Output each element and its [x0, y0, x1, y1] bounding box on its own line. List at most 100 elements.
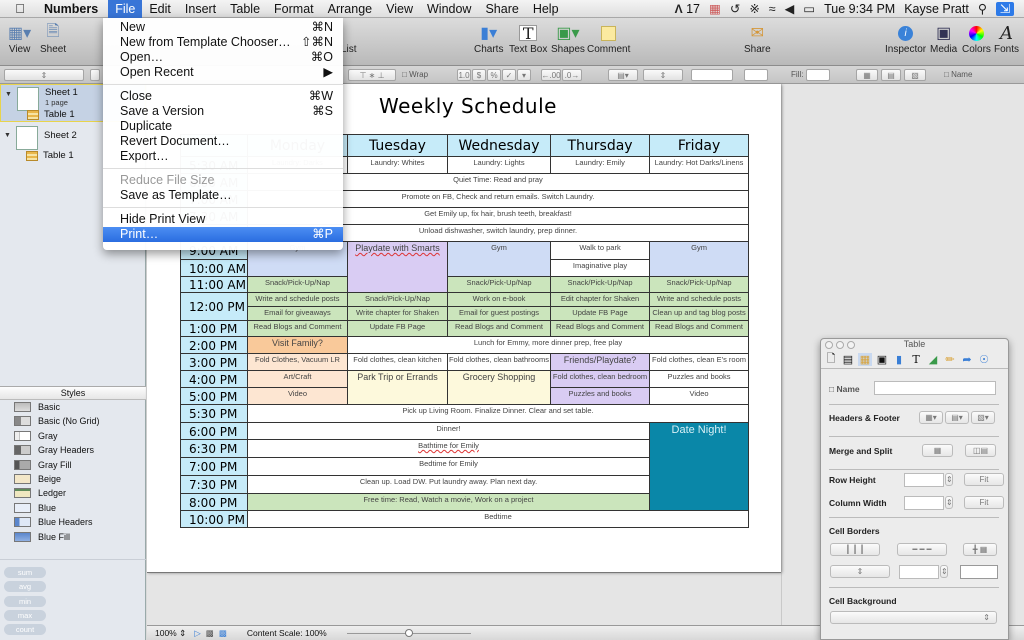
vertical-borders-buttons[interactable]: ┃ ┃ ┃ [830, 543, 880, 556]
time-cell[interactable]: 6:00 PM [180, 422, 248, 440]
sheet-button[interactable]: 🗎 Sheet [40, 22, 66, 56]
time-cell[interactable]: 5:00 PM [180, 387, 248, 405]
row-height-fit-button[interactable]: Fit [964, 473, 1004, 486]
table-cell[interactable]: Snack/Pick-Up/Nap [446, 276, 552, 293]
table-cell[interactable]: Free time: Read, Watch a movie, Work on … [246, 493, 651, 511]
border-style-select[interactable]: ▤▾ [608, 69, 638, 81]
function-min[interactable]: min [4, 596, 46, 607]
table-cell[interactable]: Email for guest postings [446, 306, 552, 321]
table-cell[interactable]: Fold clothes, clean E's room [649, 353, 750, 371]
header-thursday[interactable]: Thursday [550, 134, 651, 157]
border-color-well[interactable] [960, 565, 998, 579]
function-avg[interactable]: avg [4, 581, 46, 592]
format-more-button[interactable]: ▾ [517, 69, 531, 81]
border-width-stepper[interactable]: ⇕ [940, 565, 948, 578]
calendar-icon[interactable]: ▦ [709, 1, 721, 16]
table-cell[interactable]: Read Blogs and Comment [246, 320, 348, 337]
table-cell[interactable]: Snack/Pick-Up/Nap [649, 276, 750, 293]
table-cell[interactable]: Laundry: Lights [446, 156, 552, 174]
header-rows-button[interactable]: ▦▾ [919, 411, 943, 424]
disclosure-triangle-icon[interactable]: ▼ [5, 91, 12, 98]
user-name[interactable]: Kayse Pratt [904, 2, 969, 16]
comment-button[interactable]: Comment [587, 22, 630, 55]
table-cell[interactable]: Snack/Pick-Up/Nap [346, 292, 448, 307]
header-rows-button[interactable]: ▦ [856, 69, 878, 81]
text-box-button[interactable]: T Text Box [509, 22, 547, 56]
time-cell[interactable]: 6:30 PM [180, 439, 248, 458]
volume-icon[interactable]: ◀ [785, 1, 795, 16]
file-menu-item-print[interactable]: Print… ⌘P [103, 227, 343, 242]
increase-decimal-button[interactable]: .0→ [562, 69, 582, 81]
column-width-fit-button[interactable]: Fit [964, 496, 1004, 509]
table-cell[interactable]: Fold Clothes, Vacuum LR [246, 353, 348, 371]
name-checkbox[interactable]: □ Name [829, 384, 860, 394]
file-menu-item-duplicate[interactable]: Duplicate [103, 119, 343, 134]
column-width-field[interactable] [904, 496, 944, 510]
file-menu-item-revert-document[interactable]: Revert Document… [103, 134, 343, 149]
style-basic-no-grid[interactable]: Basic (No Grid) [14, 416, 100, 426]
all-borders-buttons[interactable]: ╋ ▦ [963, 543, 997, 556]
file-menu-item-save-a-version[interactable]: Save a Version ⌘S [103, 104, 343, 119]
file-menu-item-new-from-template-chooser[interactable]: New from Template Chooser… ⇧⌘N [103, 35, 343, 50]
minimize-button[interactable] [836, 341, 844, 349]
table-cell[interactable]: Grocery Shopping [446, 370, 552, 405]
content-scale-slider[interactable] [346, 628, 471, 638]
table-cell[interactable]: Gym [446, 241, 552, 277]
border-color-select[interactable] [691, 69, 733, 81]
border-width-select[interactable]: ⇕ [643, 69, 683, 81]
format-currency-button[interactable]: $ [472, 69, 486, 81]
split-cells-button[interactable]: ◫▤ [965, 444, 996, 457]
table-cell[interactable]: Snack/Pick-Up/Nap [246, 276, 348, 293]
table-cell[interactable]: Laundry: Emily [550, 156, 651, 174]
function-count[interactable]: count [4, 624, 46, 635]
table-cell[interactable]: Email for giveaways [246, 306, 348, 321]
landscape-icon[interactable]: ▩ [219, 628, 227, 639]
time-cell[interactable]: 3:00 PM [180, 353, 248, 371]
disclosure-triangle-icon[interactable]: ▼ [4, 132, 11, 139]
inspector-button[interactable]: i Inspector [885, 22, 926, 55]
table-cell[interactable]: Laundry: Hot Darks/Linens [649, 156, 750, 174]
table-cell[interactable]: Bedtime [246, 510, 750, 528]
menu-insert[interactable]: Insert [178, 0, 223, 18]
styles-header[interactable]: Styles [0, 386, 146, 400]
text-color-well[interactable] [744, 69, 768, 81]
table-cell[interactable]: Pick up Living Room. Finalize Dinner. Cl… [246, 404, 750, 423]
fonts-button[interactable]: A Fonts [994, 22, 1019, 56]
media-button[interactable]: ▣ Media [930, 22, 957, 55]
sidebar-table-item[interactable]: Table 1 [26, 150, 74, 161]
table-cell[interactable]: Write and schedule posts [649, 292, 750, 307]
time-cell[interactable]: 11:00 AM [180, 276, 248, 293]
decrease-decimal-button[interactable]: ←.00 [541, 69, 561, 81]
document-title[interactable]: Weekly Schedule [379, 94, 557, 118]
table-cell[interactable]: Read Blogs and Comment [550, 320, 651, 337]
table-cell[interactable]: Clean up. Load DW. Put laundry away. Pla… [246, 475, 651, 494]
function-sum[interactable]: sum [4, 567, 46, 578]
table-cell[interactable]: Bathtime for Emily [246, 439, 651, 458]
wrap-checkbox[interactable]: □ Wrap [402, 70, 428, 79]
menu-arrange[interactable]: Arrange [321, 0, 379, 18]
apple-menu-icon[interactable]:  [0, 1, 40, 16]
adobe-status[interactable]: Λ 17 [675, 2, 700, 16]
table-name-field[interactable] [874, 381, 996, 395]
file-menu-item-new[interactable]: New ⌘N [103, 20, 343, 35]
column-width-stepper[interactable]: ⇕ [945, 496, 953, 509]
document-inspector-icon[interactable]: 🗋 [824, 350, 838, 369]
border-width-field[interactable] [899, 565, 939, 579]
table-cell[interactable]: Laundry: Whites [346, 156, 448, 174]
clock[interactable]: Tue 9:34 PM [824, 2, 895, 16]
view-button[interactable]: ▦▾ View [8, 22, 31, 55]
table-cell[interactable]: Gym [649, 241, 750, 277]
menu-format[interactable]: Format [267, 0, 321, 18]
shapes-button[interactable]: ▣▾ Shapes [551, 22, 585, 55]
style-ledger[interactable]: Ledger [14, 488, 66, 498]
sidebar-table-item[interactable]: Table 1 [27, 109, 75, 120]
inspector-titlebar[interactable]: Table [821, 339, 1008, 351]
list-button[interactable]: List [341, 44, 357, 55]
row-height-stepper[interactable]: ⇕ [945, 473, 953, 486]
time-cell[interactable]: 1:00 PM [180, 320, 248, 337]
slider-knob[interactable] [404, 629, 413, 637]
share-button[interactable]: ✉ Share [744, 22, 771, 55]
merge-cells-button[interactable]: ▦ [922, 444, 953, 457]
style-blue-headers[interactable]: Blue Headers [14, 517, 93, 527]
notification-icon[interactable]: ⇲ [996, 1, 1014, 16]
